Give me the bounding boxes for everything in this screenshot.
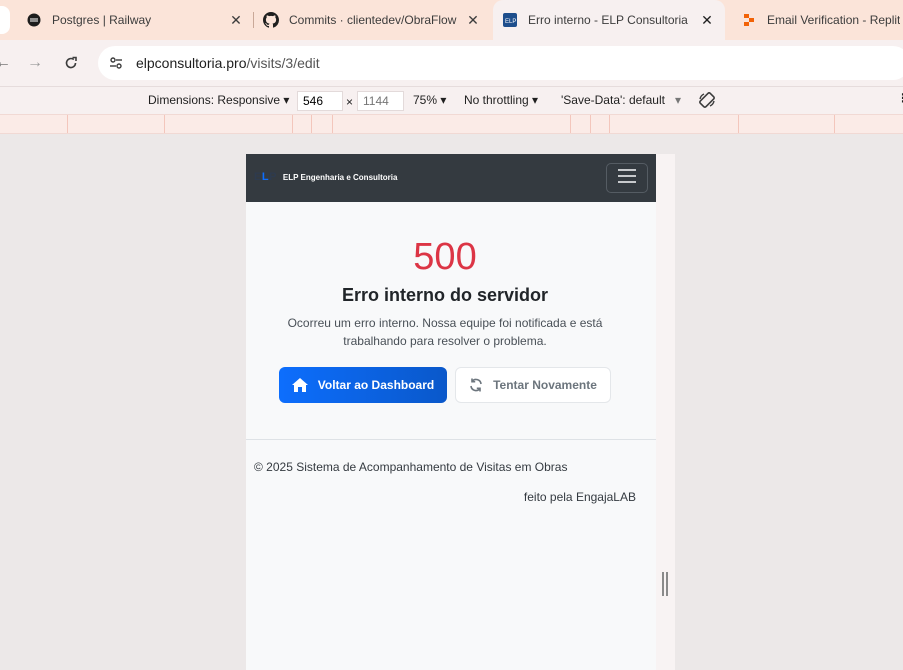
tab-title: Postgres | Railway	[52, 13, 152, 27]
ruler-tick	[590, 115, 591, 133]
ruler-tick	[67, 115, 68, 133]
back-to-dashboard-label: Voltar ao Dashboard	[317, 378, 435, 392]
footer-copyright: © 2025 Sistema de Acompanhamento de Visi…	[254, 460, 568, 474]
retry-label: Tentar Novamente	[493, 378, 597, 392]
home-icon	[291, 378, 308, 392]
more-options-icon[interactable]: ⋮	[897, 91, 903, 105]
browser-toolbar: ← → elpconsultoria.pro/visits/3/edit	[0, 40, 903, 86]
ruler-tick	[311, 115, 312, 133]
site-settings-icon[interactable]	[106, 53, 126, 73]
brand-name: ELP Engenharia e Consultoria	[282, 172, 398, 182]
reload-icon[interactable]	[60, 52, 82, 74]
ruler-tick	[609, 115, 610, 133]
tab-elp-erro-interno[interactable]: ELP Erro interno - ELP Consultoria ✕	[493, 0, 725, 40]
width-input[interactable]	[297, 91, 343, 111]
back-to-dashboard-button[interactable]: Voltar ao Dashboard	[279, 367, 447, 403]
ruler-tick	[834, 115, 835, 133]
ruler-tick	[738, 115, 739, 133]
address-bar[interactable]: elpconsultoria.pro/visits/3/edit	[98, 46, 903, 80]
ruler-tick	[570, 115, 571, 133]
resize-handle[interactable]	[662, 572, 668, 596]
tab-stub-left[interactable]	[0, 6, 10, 34]
tab-separator	[253, 12, 254, 28]
tab-postgres-railway[interactable]: Postgres | Railway ✕	[26, 0, 248, 40]
tab-title: Erro interno - ELP Consultoria	[528, 13, 688, 27]
tab-title: Email Verification - Replit	[767, 13, 901, 27]
hamburger-icon	[617, 168, 637, 189]
footer-divider	[246, 439, 656, 440]
dimension-times: ×	[346, 95, 354, 109]
close-icon[interactable]: ✕	[465, 12, 481, 28]
device-viewport: ELP ELP Engenharia e Consultoria 500 Err…	[246, 154, 656, 670]
forward-icon[interactable]: →	[24, 52, 46, 74]
media-query-ruler	[0, 114, 903, 134]
github-icon	[263, 12, 279, 28]
ruler-tick	[292, 115, 293, 133]
ruler-tick	[164, 115, 165, 133]
tab-github-commits[interactable]: Commits · clientedev/ObraFlow ✕	[263, 0, 485, 40]
rotate-icon[interactable]	[697, 90, 717, 113]
error-message: Ocorreu um erro interno. Nossa equipe fo…	[287, 316, 603, 348]
back-icon[interactable]: ←	[0, 52, 14, 74]
error-title: Erro interno do servidor	[341, 285, 549, 305]
throttling-select[interactable]: No throttling ▾	[464, 93, 538, 107]
elp-favicon: ELP	[502, 12, 518, 28]
device-toolbar: Dimensions: Responsive ▾ × 75% ▾ No thro…	[0, 86, 903, 114]
height-input[interactable]	[357, 91, 404, 111]
footer-madeby: feito pela EngajaLAB	[523, 490, 636, 504]
url-path: /visits/3/edit	[246, 55, 320, 71]
site-navbar: ELP ELP Engenharia e Consultoria	[246, 154, 656, 202]
save-data-select[interactable]: 'Save-Data': default ▾	[561, 93, 681, 107]
zoom-select[interactable]: 75% ▾	[413, 93, 446, 107]
railway-icon	[26, 12, 42, 28]
replit-icon	[741, 12, 757, 28]
close-icon[interactable]: ✕	[228, 12, 244, 28]
ruler-tick	[332, 115, 333, 133]
retry-button[interactable]: Tentar Novamente	[455, 367, 611, 403]
tab-replit-email[interactable]: Email Verification - Replit	[741, 0, 903, 40]
close-icon[interactable]: ✕	[699, 12, 715, 28]
dimensions-select[interactable]: Dimensions: Responsive ▾	[148, 93, 289, 107]
tab-title: Commits · clientedev/ObraFlow	[289, 13, 457, 27]
url-host: elpconsultoria.pro	[136, 55, 247, 71]
tab-strip: Postgres | Railway ✕ Commits · clientede…	[0, 0, 903, 40]
svg-text:ELP: ELP	[505, 19, 516, 25]
navbar-toggler[interactable]	[606, 163, 648, 193]
brand-logo: ELP	[254, 171, 277, 183]
refresh-icon	[469, 378, 483, 392]
error-code: 500	[413, 236, 477, 278]
brand[interactable]: ELP ELP Engenharia e Consultoria	[254, 171, 397, 183]
